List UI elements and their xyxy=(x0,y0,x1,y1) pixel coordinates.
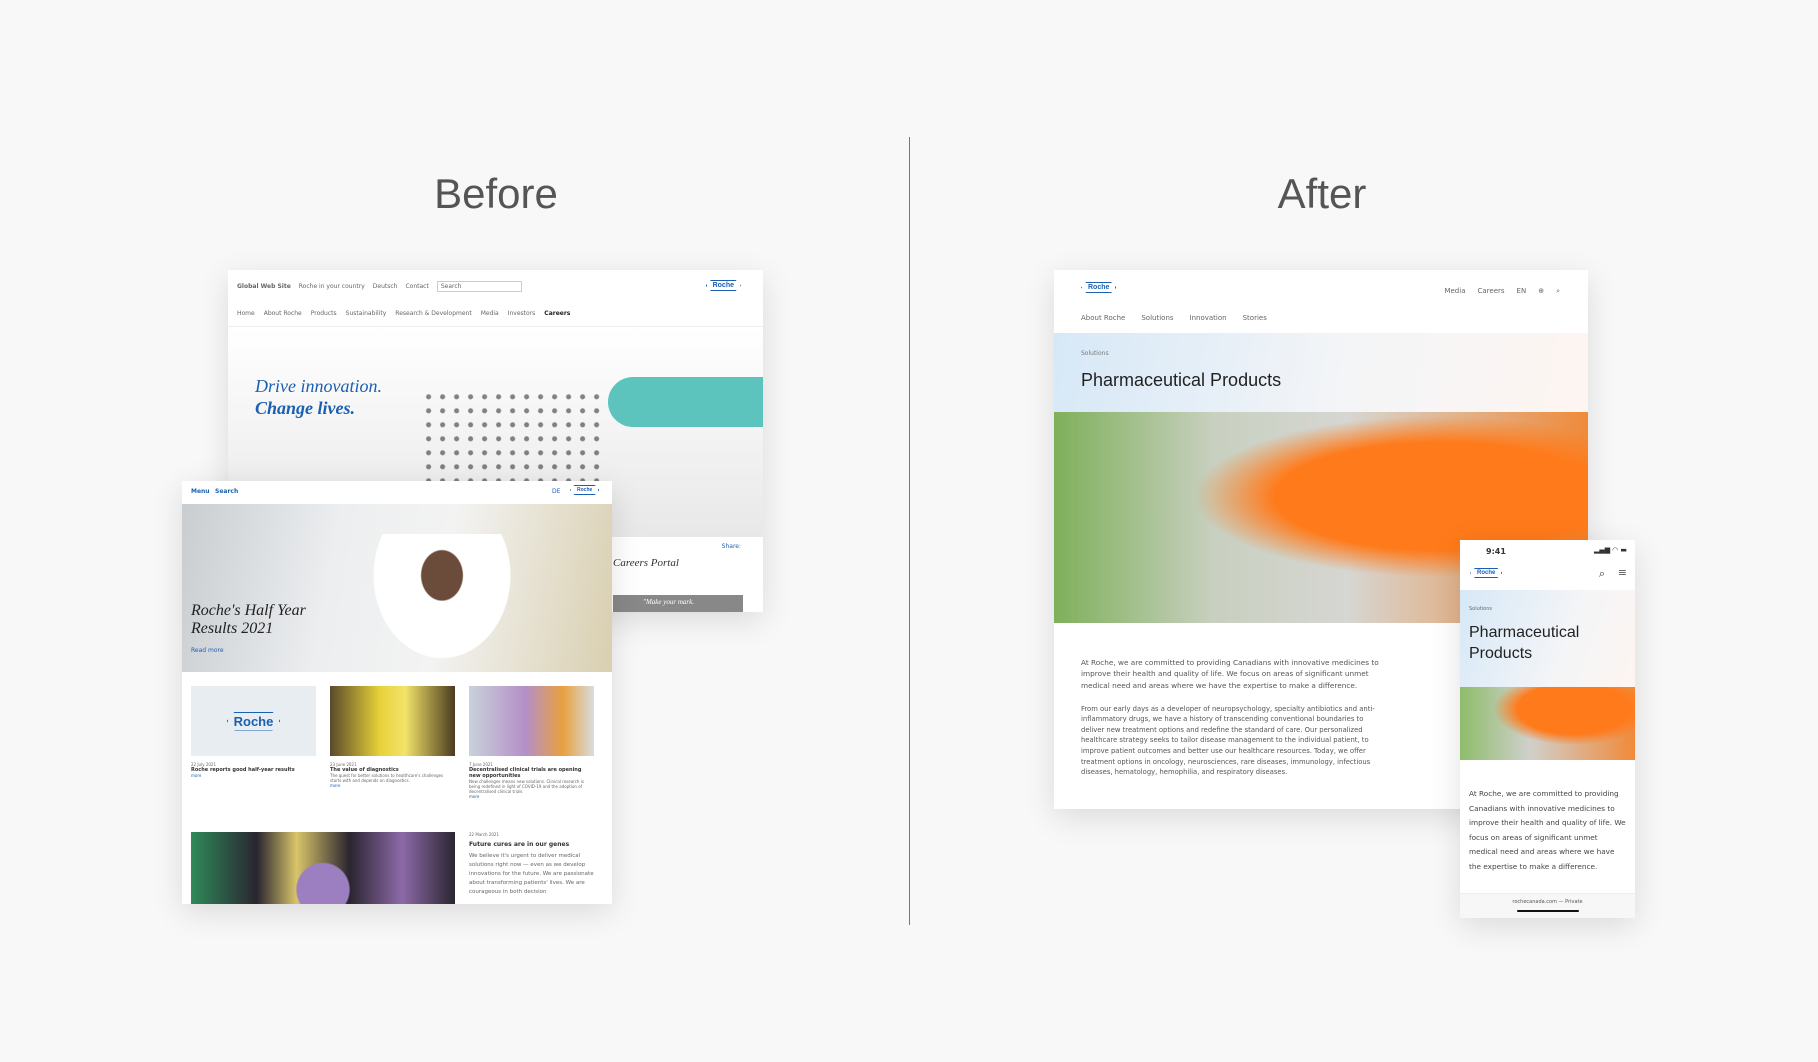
nav-item[interactable]: Home xyxy=(237,310,255,317)
hamburger-menu-icon[interactable]: ≡ xyxy=(1618,566,1627,579)
test-tubes-image xyxy=(469,686,594,756)
page-hero: Solutions Pharmaceutical Products xyxy=(1460,590,1635,687)
glove-hand-image xyxy=(608,377,763,427)
roche-logo[interactable]: Roche xyxy=(705,280,741,291)
language-select[interactable]: EN xyxy=(1517,287,1527,296)
search-input[interactable]: Search xyxy=(436,281,522,292)
roche-logo: Roche xyxy=(226,711,281,731)
nav-item[interactable]: Investors xyxy=(508,310,536,317)
top-link[interactable]: Roche in your country xyxy=(299,283,365,290)
hero-title: Roche's Half Year Results 2021 xyxy=(191,602,306,637)
search-button[interactable]: Search xyxy=(215,488,238,495)
nav-item[interactable]: Sustainability xyxy=(346,310,387,317)
card-desc: New challenges means new solutions. Clin… xyxy=(469,779,584,794)
page-title: Pharmaceutical Products xyxy=(1081,370,1282,390)
search-icon[interactable]: ⌕ xyxy=(1556,287,1560,296)
dna-illustration xyxy=(191,832,455,904)
language-switch[interactable]: DE xyxy=(552,488,560,495)
page-hero: Solutions Pharmaceutical Products xyxy=(1054,333,1588,412)
nav-item[interactable]: Media xyxy=(481,310,499,317)
careers-banner[interactable]: "Make your mark. xyxy=(613,595,743,612)
breadcrumb[interactable]: Solutions xyxy=(1469,606,1492,612)
read-more-link[interactable]: Read more xyxy=(191,647,224,654)
nav-item[interactable]: Research & Development xyxy=(395,310,471,317)
after-phone-screenshot: 9:41 ▂▄▆ ◠ ▬ Roche ⌕ ≡ Solutions Pharmac… xyxy=(1460,540,1635,918)
url-bar[interactable]: rochecanada.com — Private xyxy=(1512,899,1582,905)
more-link[interactable]: more xyxy=(469,794,594,799)
after-label: After xyxy=(1277,170,1367,217)
hero-line: Change lives. xyxy=(255,398,356,418)
intro-paragraph: At Roche, we are committed to providing … xyxy=(1081,658,1379,690)
card-title: Decentralised clinical trials are openin… xyxy=(469,767,582,779)
gloved-hand-vial-image xyxy=(1460,687,1635,760)
menu-button[interactable]: Menu xyxy=(191,488,210,495)
top-link[interactable]: Deutsch xyxy=(373,283,398,290)
top-link[interactable]: Global Web Site xyxy=(237,283,291,290)
nav-item[interactable]: Products xyxy=(311,310,337,317)
divider xyxy=(909,137,910,925)
couple-image xyxy=(330,686,455,756)
before-tablet-screenshot: Menu Search DE Roche Roche's Half Year R… xyxy=(182,481,612,904)
nav-item[interactable]: Innovation xyxy=(1190,314,1227,322)
nav-item[interactable]: About Roche xyxy=(1081,314,1125,322)
intro-paragraph: At Roche, we are committed to providing … xyxy=(1469,789,1626,871)
utility-link[interactable]: Media xyxy=(1444,287,1465,296)
careers-portal-heading: Careers Portal xyxy=(613,557,679,569)
body-paragraph: From our early days as a developer of ne… xyxy=(1081,704,1375,777)
feature-desc: We believe it's urgent to deliver medica… xyxy=(469,853,594,895)
card-desc: The quest for better solutions to health… xyxy=(330,773,444,783)
doodle-illustration xyxy=(423,387,603,482)
status-time: 9:41 xyxy=(1486,547,1506,556)
status-icons: ▂▄▆ ◠ ▬ xyxy=(1593,546,1627,554)
nav-item[interactable]: Careers xyxy=(544,310,570,317)
roche-logo[interactable]: Roche xyxy=(570,485,600,495)
utility-link[interactable]: Careers xyxy=(1477,287,1504,296)
page-title: Pharmaceutical Products xyxy=(1469,624,1580,662)
globe-icon[interactable]: ⊕ xyxy=(1538,287,1544,296)
hero-lab-image: Roche's Half Year Results 2021 Read more xyxy=(182,504,612,672)
home-indicator xyxy=(1516,910,1579,912)
search-icon[interactable]: ⌕ xyxy=(1599,567,1605,581)
top-link[interactable]: Contact xyxy=(405,283,428,290)
feature-title: Future cures are in our genes xyxy=(469,841,570,848)
feature-date: 22 March 2021 xyxy=(469,832,500,837)
hero-line: Drive innovation. xyxy=(255,376,382,396)
share-bar[interactable]: Share: xyxy=(722,543,741,550)
more-link[interactable]: more xyxy=(330,783,455,788)
news-card[interactable]: Roche 22 July 2021 Roche reports good ha… xyxy=(191,686,316,799)
nav-item[interactable]: Solutions xyxy=(1141,314,1173,322)
nav-item[interactable]: Stories xyxy=(1243,314,1267,322)
news-card[interactable]: 7 June 2021 Decentralised clinical trial… xyxy=(469,686,594,799)
nav-item[interactable]: About Roche xyxy=(264,310,302,317)
roche-logo[interactable]: Roche xyxy=(1081,282,1117,293)
before-label: Before xyxy=(434,170,558,217)
roche-logo[interactable]: Roche xyxy=(1470,568,1503,578)
more-link[interactable]: more xyxy=(191,773,316,778)
news-card[interactable]: 23 June 2021 The value of diagnostics Th… xyxy=(330,686,455,799)
breadcrumb[interactable]: Solutions xyxy=(1081,350,1109,357)
